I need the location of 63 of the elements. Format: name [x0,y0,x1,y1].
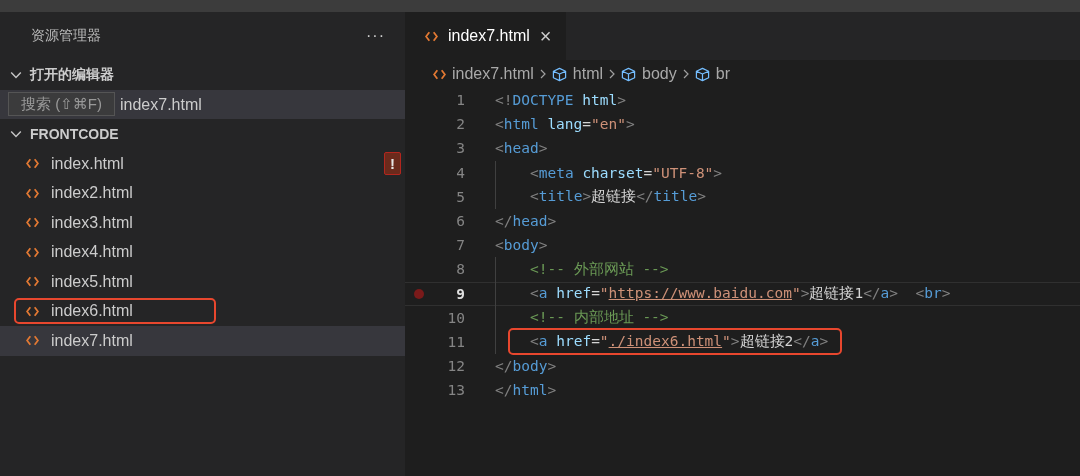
line-number: 1 [456,92,465,109]
line-number: 2 [456,116,465,133]
code-file-icon [26,276,39,288]
sidebar-title: 资源管理器 [31,27,101,45]
line-number: 5 [456,188,465,205]
code-line: <meta charset="UTF-8"> [529,163,724,183]
code-line: </body> [494,357,558,377]
chevron-icon [10,128,22,140]
chevron-icon [10,69,22,81]
chevron-right-icon [682,69,689,79]
code-file-icon [26,246,39,258]
code-line: <body> [494,236,549,256]
open-editor-item[interactable]: index7.html [120,95,202,114]
code-line: <!-- 外部网站 --> [529,259,670,279]
code-line: </head> [494,212,558,232]
file-item[interactable]: index5.html [0,267,405,297]
line-number: 10 [447,309,465,326]
file-item[interactable]: index.html ! [0,149,405,179]
chevron-right-icon [609,69,616,79]
section-header[interactable]: FRONTCODE [0,119,405,149]
line-number: 7 [456,237,465,254]
code-file-icon [26,158,39,170]
cube-icon [621,66,637,82]
breakpoint-icon[interactable] [414,288,424,299]
line-number: 11 [447,333,465,350]
code-line: <!DOCTYPE html> [494,91,627,111]
code-file-icon [26,187,39,199]
line-number: 3 [456,140,465,157]
file-item[interactable]: index3.html [0,208,405,238]
code-file-icon [26,305,39,317]
tooltip: 搜索 (⇧⌘F) [8,92,115,116]
close-icon[interactable]: × [539,24,552,48]
code-file-icon [26,335,39,347]
code-line: <!-- 内部地址 --> [529,308,670,328]
breadcrumb-item[interactable]: br [715,65,730,83]
cube-icon [694,66,710,82]
breadcrumb-item[interactable]: html [572,65,604,83]
error-badge: ! [384,152,401,176]
code-line: <head> [494,139,549,159]
code-line: <title>超链接</title> [529,187,707,207]
line-number: 9 [456,285,465,302]
editor-tab[interactable]: index7.html × [405,12,566,60]
code-file-icon [425,30,438,42]
breadcrumb-item[interactable]: body [642,65,677,83]
line-number: 12 [447,358,465,375]
chevron-right-icon [539,69,546,79]
line-number: 8 [456,261,465,278]
line-number: 6 [456,213,465,230]
section-header[interactable]: 打开的编辑器 [0,60,405,90]
file-item[interactable]: index4.html [0,237,405,267]
line-number: 4 [456,164,465,181]
code-line: </html> [494,381,558,401]
file-item[interactable]: index2.html [0,178,405,208]
cube-icon [551,66,567,82]
breadcrumb-item[interactable]: index7.html [452,65,534,83]
line-number: 13 [447,382,465,399]
code-line: <a href="https://www.baidu.com">超链接1</a> <br> [529,284,952,304]
code-line: <html lang="en"> [494,115,636,135]
code-file-icon [26,217,39,229]
file-item[interactable]: index6.html [0,296,405,326]
more-actions-button[interactable]: ··· [366,27,385,45]
file-item[interactable]: index7.html [0,326,405,356]
code-file-icon [433,68,446,80]
